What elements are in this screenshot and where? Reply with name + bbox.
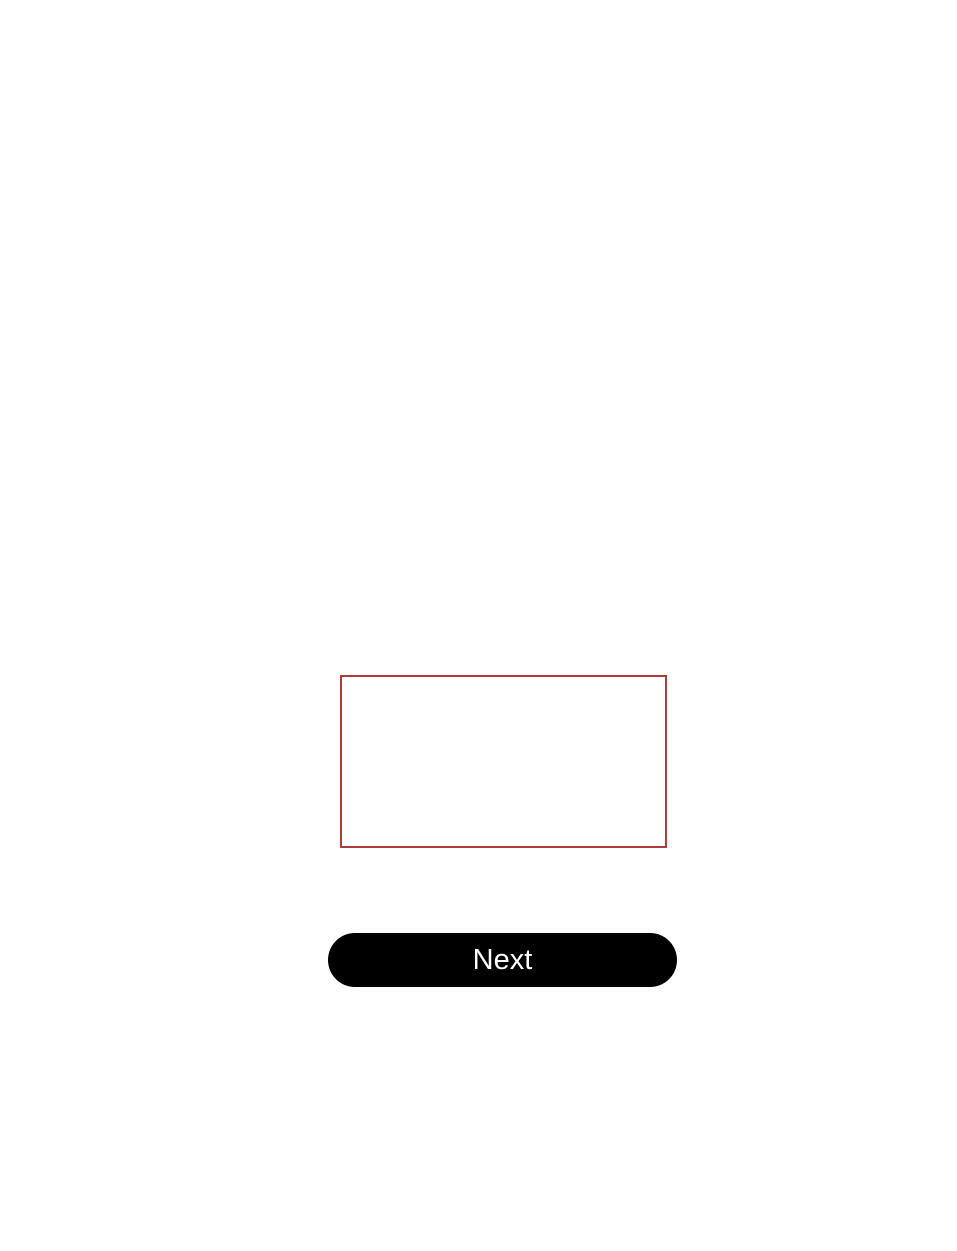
page: Next [0, 0, 957, 1251]
next-button[interactable]: Next [328, 933, 677, 987]
input-field[interactable] [340, 675, 667, 848]
